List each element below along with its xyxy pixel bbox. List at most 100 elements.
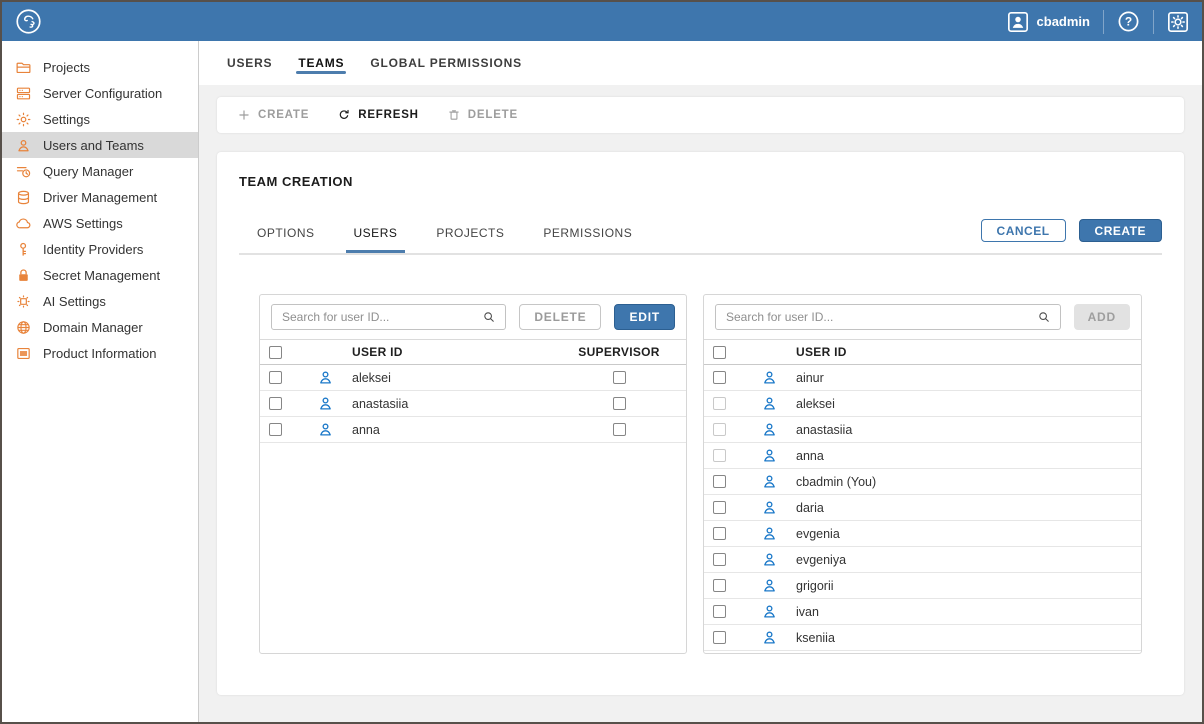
table-row[interactable]: ainur: [704, 365, 1141, 391]
sidebar-item-label: Domain Manager: [43, 320, 143, 335]
row-checkbox[interactable]: [713, 605, 726, 618]
administration-settings-button[interactable]: [1167, 11, 1189, 33]
tab-global-permissions[interactable]: GLOBAL PERMISSIONS: [370, 41, 522, 85]
sidebar-item-server-configuration[interactable]: Server Configuration: [2, 80, 198, 106]
table-row[interactable]: evgeniya: [704, 547, 1141, 573]
tab-teams[interactable]: TEAMS: [298, 41, 344, 85]
user-icon: [317, 369, 334, 386]
user-icon: [761, 473, 778, 490]
admin-sidebar: Projects Server Configuration Settings U…: [2, 41, 199, 722]
table-row[interactable]: anna: [260, 417, 686, 443]
user-id-cell: daria: [796, 501, 1141, 515]
supervisor-column-header: SUPERVISOR: [564, 345, 674, 359]
row-checkbox[interactable]: [713, 553, 726, 566]
subtab-options[interactable]: OPTIONS: [249, 226, 323, 253]
key-icon: [15, 241, 32, 258]
create-team-button[interactable]: CREATE: [237, 108, 309, 122]
table-row[interactable]: anna: [704, 443, 1141, 469]
cancel-button[interactable]: CANCEL: [981, 219, 1066, 242]
sidebar-item-projects[interactable]: Projects: [2, 54, 198, 80]
sidebar-item-query-manager[interactable]: Query Manager: [2, 158, 198, 184]
table-row[interactable]: ivan: [704, 599, 1141, 625]
table-row[interactable]: evgenia: [704, 521, 1141, 547]
user-id-cell: anna: [796, 449, 1141, 463]
user-icon: [317, 395, 334, 412]
members-search-input[interactable]: [282, 310, 482, 324]
row-checkbox[interactable]: [269, 397, 282, 410]
sidebar-item-product-information[interactable]: Product Information: [2, 340, 198, 366]
table-row[interactable]: anastasiia: [704, 417, 1141, 443]
row-checkbox[interactable]: [713, 371, 726, 384]
supervisor-checkbox[interactable]: [613, 397, 626, 410]
help-button[interactable]: ?: [1117, 10, 1140, 33]
user-icon: [761, 421, 778, 438]
app-logo-icon: [15, 8, 42, 35]
row-checkbox[interactable]: [713, 579, 726, 592]
table-row[interactable]: aleksei: [260, 365, 686, 391]
team-creation-title: TEAM CREATION: [239, 174, 1162, 189]
tab-users[interactable]: USERS: [227, 41, 272, 85]
delete-user-button[interactable]: DELETE: [519, 304, 601, 330]
subtab-projects[interactable]: PROJECTS: [428, 226, 512, 253]
topbar: cbadmin ?: [2, 2, 1202, 41]
table-row[interactable]: kseniia: [704, 625, 1141, 651]
subtab-users[interactable]: USERS: [346, 226, 406, 253]
supervisor-checkbox[interactable]: [613, 423, 626, 436]
row-checkbox[interactable]: [713, 501, 726, 514]
user-id-cell: anna: [352, 423, 564, 437]
supervisor-checkbox[interactable]: [613, 371, 626, 384]
table-row[interactable]: cbadmin (You): [704, 469, 1141, 495]
sidebar-item-label: Secret Management: [43, 268, 160, 283]
select-all-checkbox[interactable]: [269, 346, 282, 359]
row-checkbox[interactable]: [269, 371, 282, 384]
table-row[interactable]: anastasiia: [260, 391, 686, 417]
query-history-icon: [15, 163, 32, 180]
user-id-column-header: USER ID: [352, 345, 564, 359]
sidebar-item-aws-settings[interactable]: AWS Settings: [2, 210, 198, 236]
refresh-icon: [337, 108, 351, 122]
user-menu[interactable]: cbadmin: [1007, 11, 1090, 33]
table-row[interactable]: grigorii: [704, 573, 1141, 599]
sidebar-item-ai-settings[interactable]: AI Settings: [2, 288, 198, 314]
sidebar-item-domain-manager[interactable]: Domain Manager: [2, 314, 198, 340]
available-search-input[interactable]: [726, 310, 1037, 324]
table-row[interactable]: aleksei: [704, 391, 1141, 417]
row-checkbox[interactable]: [713, 631, 726, 644]
available-search-box: [715, 304, 1061, 330]
team-creation-tabs-row: OPTIONS USERS PROJECTS PERMISSIONS CANCE…: [239, 189, 1162, 255]
edit-user-button[interactable]: EDIT: [614, 304, 675, 330]
row-checkbox[interactable]: [269, 423, 282, 436]
user-icon: [761, 369, 778, 386]
sidebar-item-settings[interactable]: Settings: [2, 106, 198, 132]
sidebar-item-label: Identity Providers: [43, 242, 143, 257]
row-checkbox[interactable]: [713, 397, 726, 410]
table-header: USER ID SUPERVISOR: [260, 339, 686, 365]
refresh-button[interactable]: REFRESH: [337, 108, 419, 122]
add-user-button[interactable]: ADD: [1074, 304, 1130, 330]
user-icon: [761, 395, 778, 412]
user-id-cell: cbadmin (You): [796, 475, 1141, 489]
delete-team-button[interactable]: DELETE: [447, 108, 518, 122]
sidebar-item-users-and-teams[interactable]: Users and Teams: [2, 132, 198, 158]
sidebar-item-secret-management[interactable]: Secret Management: [2, 262, 198, 288]
admin-tabs: USERS TEAMS GLOBAL PERMISSIONS: [199, 41, 1202, 85]
row-checkbox[interactable]: [713, 423, 726, 436]
username-label: cbadmin: [1037, 14, 1090, 29]
sidebar-item-label: Projects: [43, 60, 90, 75]
row-checkbox[interactable]: [713, 527, 726, 540]
admin-main: USERS TEAMS GLOBAL PERMISSIONS CREATE RE…: [199, 41, 1202, 722]
row-checkbox[interactable]: [713, 449, 726, 462]
sidebar-item-driver-management[interactable]: Driver Management: [2, 184, 198, 210]
create-button[interactable]: CREATE: [1079, 219, 1162, 242]
user-icon: [761, 577, 778, 594]
subtab-permissions[interactable]: PERMISSIONS: [535, 226, 640, 253]
sidebar-item-identity-providers[interactable]: Identity Providers: [2, 236, 198, 262]
row-checkbox[interactable]: [713, 475, 726, 488]
user-icon: [761, 525, 778, 542]
select-all-checkbox[interactable]: [713, 346, 726, 359]
user-id-cell: ainur: [796, 371, 1141, 385]
user-icon: [761, 447, 778, 464]
table-row[interactable]: daria: [704, 495, 1141, 521]
team-members-panel: DELETE EDIT USER ID SUPERVISOR: [259, 294, 687, 654]
info-card-icon: [15, 345, 32, 362]
